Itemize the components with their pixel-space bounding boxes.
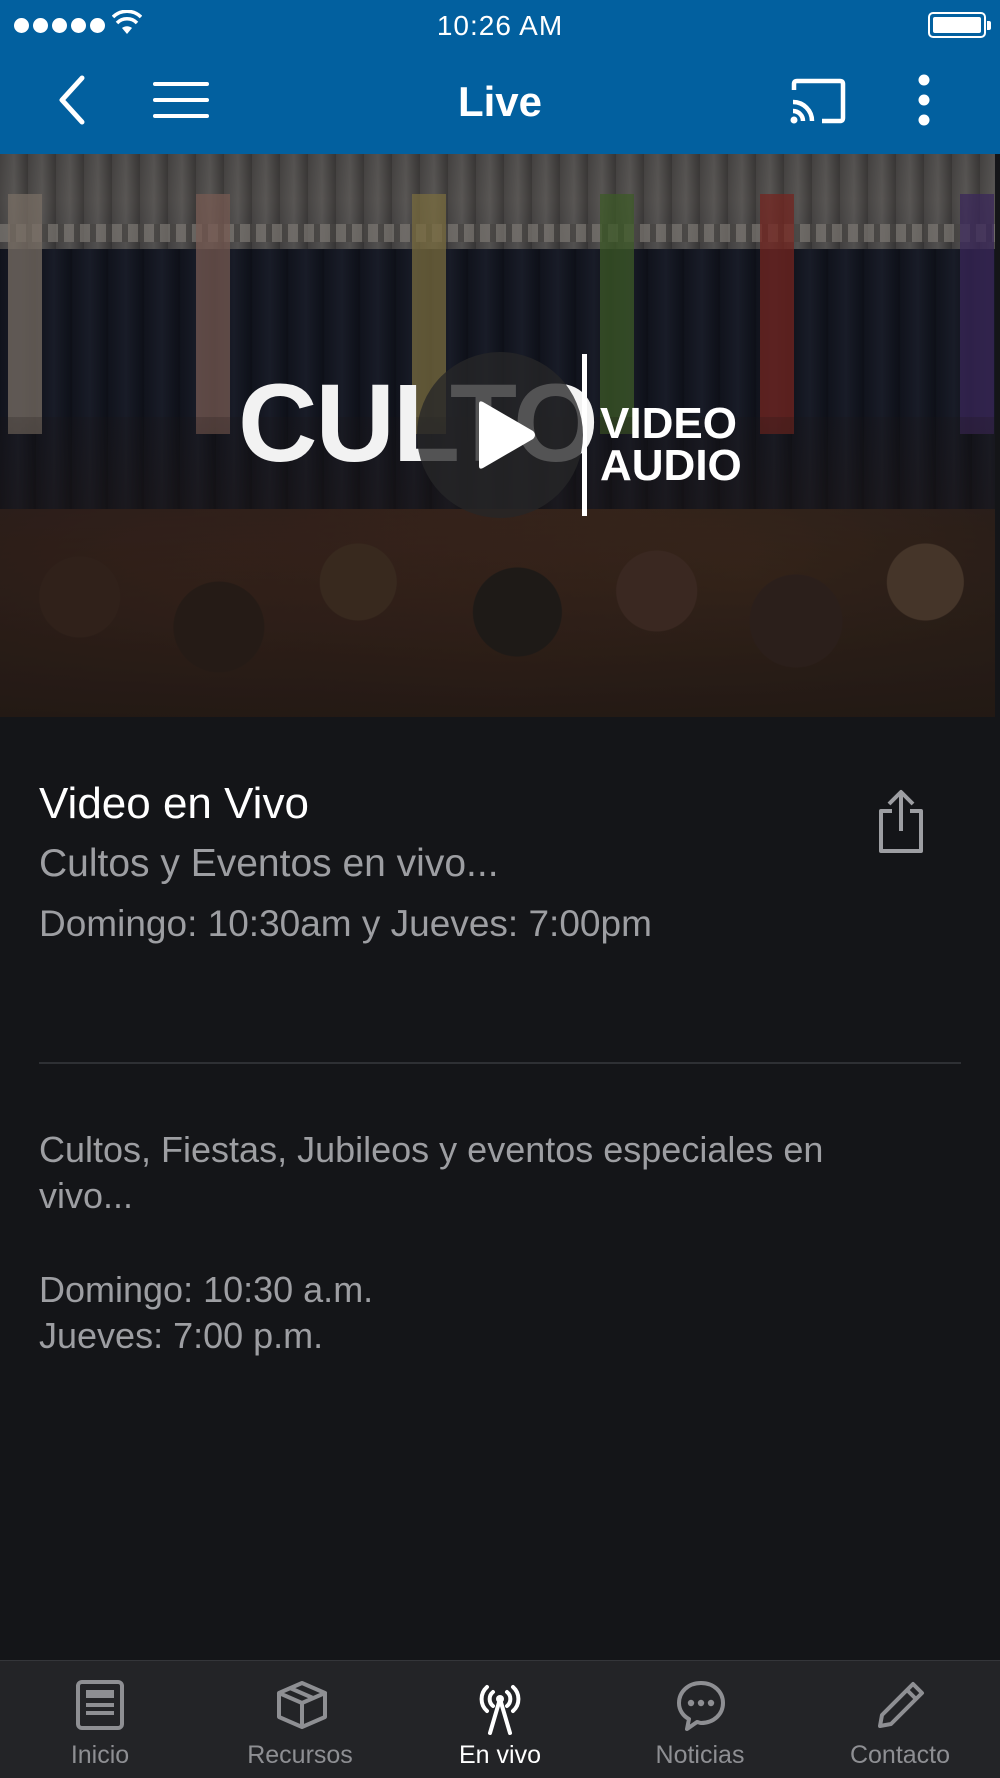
status-time: 10:26 AM [436, 10, 564, 41]
pencil-icon [878, 1682, 924, 1728]
live-description: Cultos, Fiestas, Jubileos y eventos espe… [39, 1129, 824, 1216]
tab-label: Contacto [849, 1741, 951, 1769]
page-title: Live [457, 78, 543, 125]
tab-label: Recursos [247, 1741, 353, 1769]
more-vertical-icon[interactable] [914, 74, 934, 126]
box-icon [277, 1681, 327, 1729]
chat-bubble-icon [677, 1681, 725, 1731]
play-button[interactable] [417, 352, 583, 518]
cast-icon[interactable] [790, 78, 846, 124]
play-icon [479, 401, 535, 469]
section-divider [39, 1062, 961, 1064]
tab-inicio[interactable]: Inicio [0, 1661, 200, 1778]
tab-bar: Inicio Recursos En vivo Noticias Contact… [0, 1660, 1000, 1778]
live-video-player[interactable]: CULTO VIDEO AUDIO [0, 154, 995, 717]
live-title: Video en Vivo [39, 779, 309, 828]
live-schedule: Domingo: 10:30am y Jueves: 7:00pm [39, 903, 652, 944]
service-times: Domingo: 10:30 a.m. Jueves: 7:00 p.m. [39, 1267, 373, 1359]
tab-en-vivo[interactable]: En vivo [400, 1661, 600, 1778]
tab-label: Noticias [655, 1741, 745, 1769]
tab-label: En vivo [459, 1741, 541, 1769]
status-bar: 10:26 AM [0, 0, 1000, 50]
navigation-bar: Live [0, 50, 1000, 154]
logo-audio: AUDIO [600, 441, 742, 490]
news-icon [76, 1680, 124, 1730]
share-icon[interactable] [876, 789, 926, 855]
sunday-time: Domingo: 10:30 a.m. [39, 1269, 374, 1310]
tab-recursos[interactable]: Recursos [200, 1661, 400, 1778]
battery-icon [928, 12, 991, 38]
tab-label: Inicio [70, 1741, 130, 1769]
live-subtitle: Cultos y Eventos en vivo... [39, 842, 499, 885]
tab-noticias[interactable]: Noticias [600, 1661, 800, 1778]
logo-video: VIDEO [600, 399, 737, 448]
broadcast-antenna-icon [479, 1685, 521, 1735]
thursday-time: Jueves: 7:00 p.m. [39, 1315, 324, 1356]
tab-contacto[interactable]: Contacto [800, 1661, 1000, 1778]
